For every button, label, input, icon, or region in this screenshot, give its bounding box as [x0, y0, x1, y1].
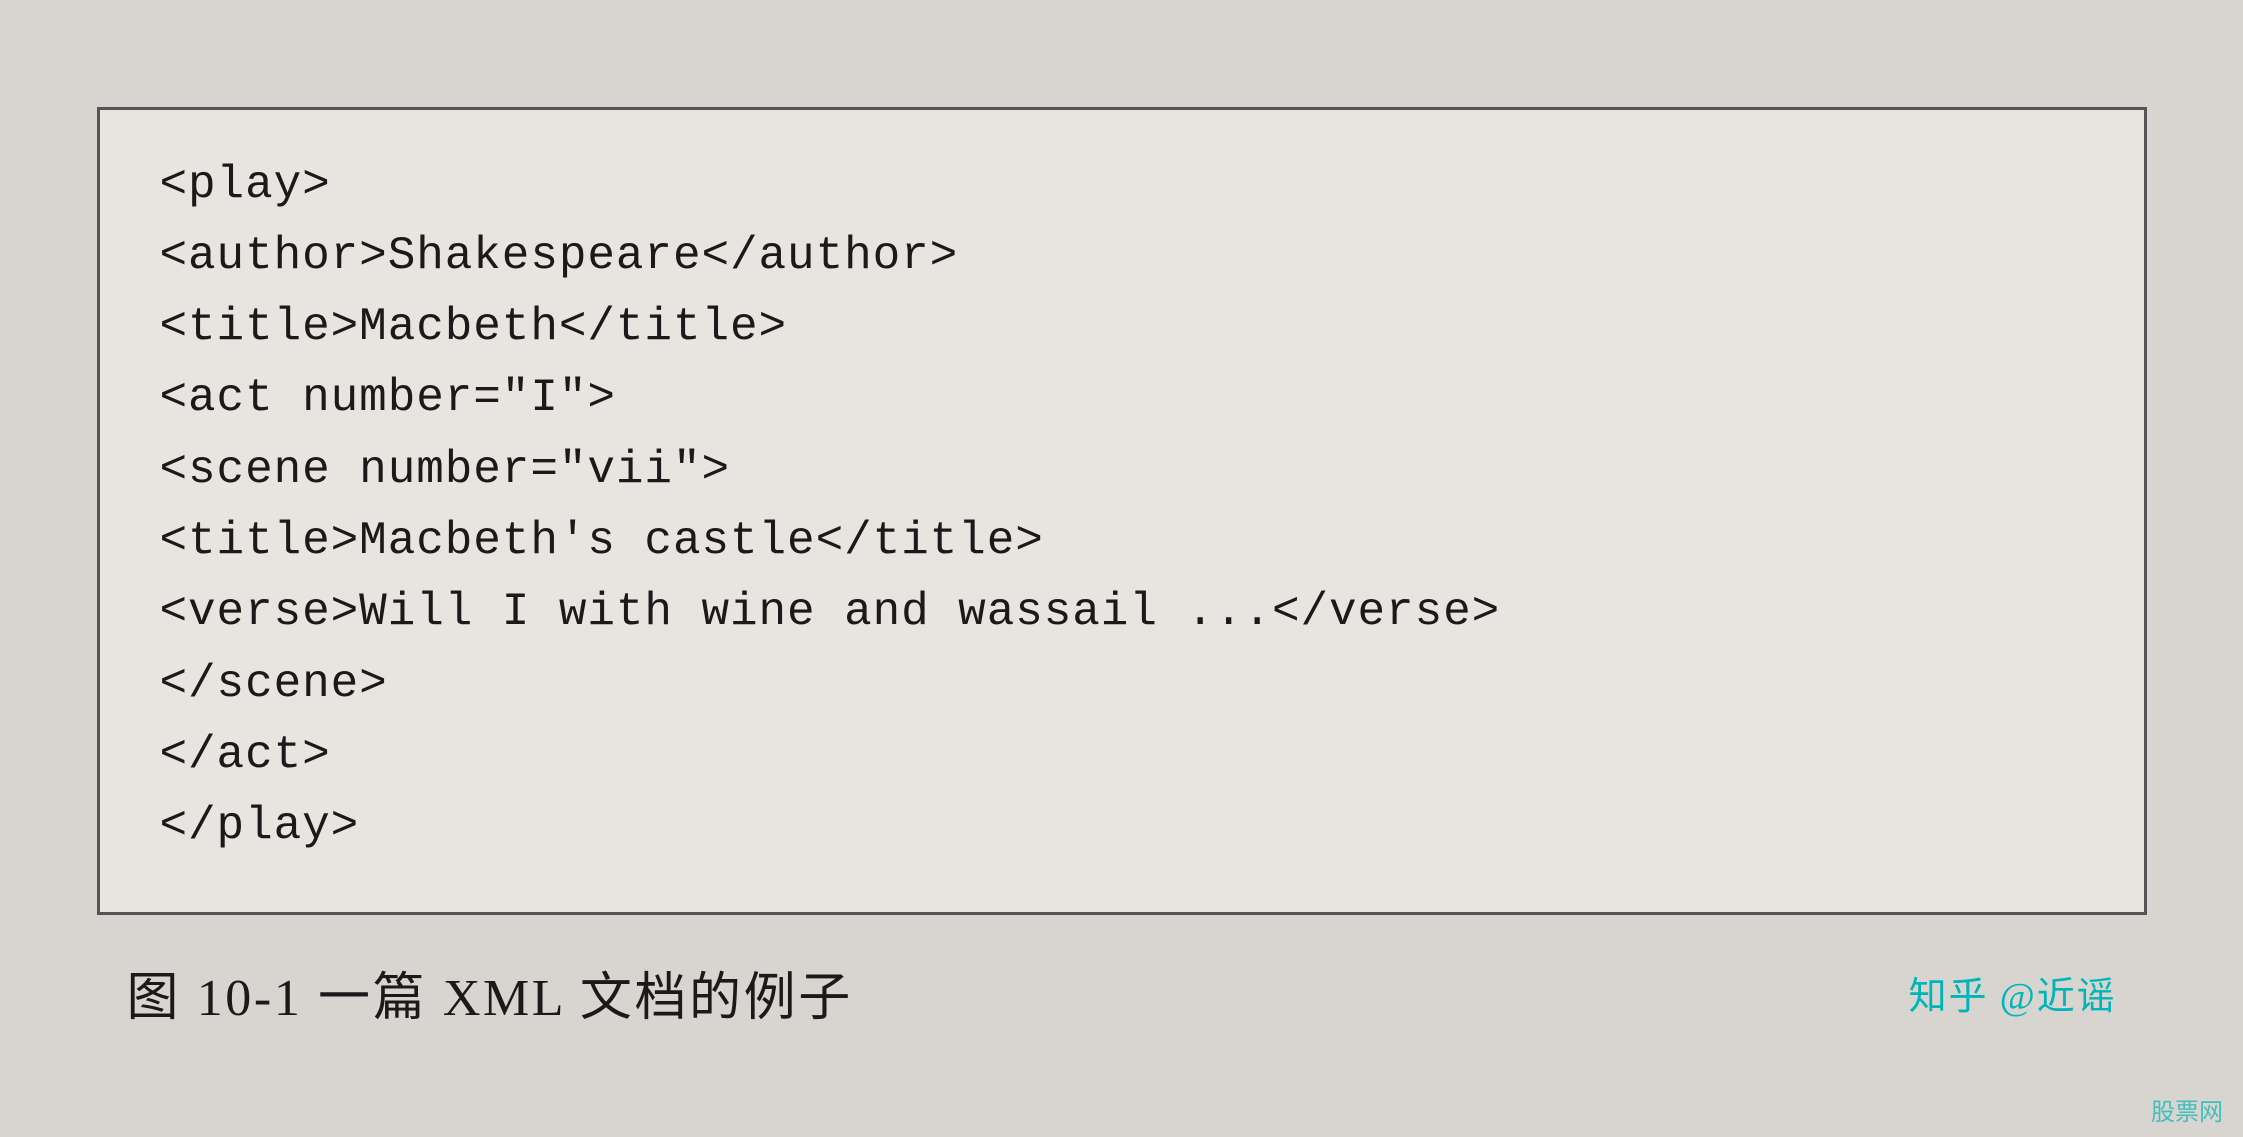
figure-caption: 图 10-1 一篇 XML 文档的例子	[127, 955, 853, 1030]
code-content: <play> <author>Shakespeare</author> <tit…	[160, 150, 2084, 863]
page-container: <play> <author>Shakespeare</author> <tit…	[72, 107, 2172, 1031]
watermark-label: 知乎 @近谣	[1909, 965, 2117, 1020]
caption-area: 图 10-1 一篇 XML 文档的例子 知乎 @近谣	[97, 945, 2147, 1030]
bottom-watermark: 股票网	[2151, 1092, 2223, 1127]
code-box: <play> <author>Shakespeare</author> <tit…	[97, 107, 2147, 916]
